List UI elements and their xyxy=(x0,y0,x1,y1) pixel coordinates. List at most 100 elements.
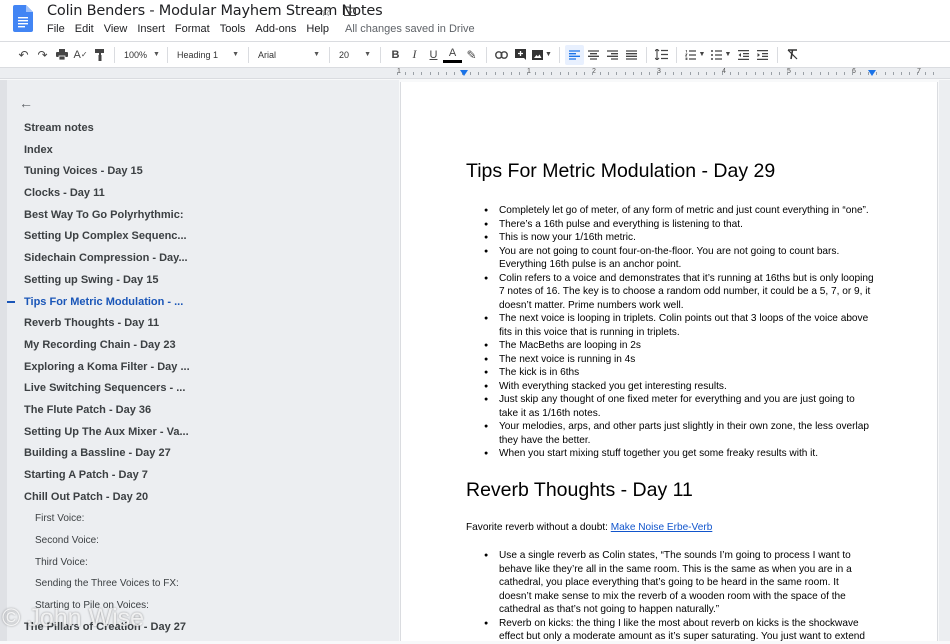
paragraph-style-select[interactable]: Heading 1 ▼ xyxy=(173,50,243,60)
bullet-item: The next voice is looping in triplets. C… xyxy=(484,312,874,339)
clear-formatting-icon[interactable] xyxy=(783,45,802,65)
menu-add-ons[interactable]: Add-ons xyxy=(255,23,301,35)
ruler-tick xyxy=(819,72,821,75)
outline-item[interactable]: My Recording Chain - Day 23 xyxy=(24,338,194,360)
decrease-indent-icon[interactable] xyxy=(734,45,753,65)
menu-bar: File Edit View Insert Format Tools Add-o… xyxy=(47,23,475,35)
ruler-tick xyxy=(689,72,691,75)
ruler-track[interactable]: 1 1 2 3 4 5 6 7 xyxy=(392,68,942,79)
highlight-color-icon[interactable]: ✎ xyxy=(462,45,481,65)
chevron-down-icon: ▼ xyxy=(153,51,160,58)
undo-icon[interactable]: ↶ xyxy=(14,45,33,65)
outline-item[interactable]: Index xyxy=(24,143,194,165)
document-page[interactable]: Tips For Metric Modulation - Day 29 Comp… xyxy=(400,82,938,642)
outline-item[interactable]: Tuning Voices - Day 15 xyxy=(24,164,194,186)
ruler-tick xyxy=(917,72,918,75)
google-docs-logo-icon[interactable] xyxy=(13,5,33,32)
line-spacing-icon[interactable] xyxy=(652,45,671,65)
outline-item[interactable]: Sending the Three Voices to FX: xyxy=(24,576,194,598)
ruler-tick xyxy=(608,72,610,75)
outline-item[interactable]: Tips For Metric Modulation - ... xyxy=(24,295,194,317)
ruler-tick xyxy=(933,72,935,75)
outline-item[interactable]: Reverb Thoughts - Day 11 xyxy=(24,316,194,338)
align-right-icon[interactable] xyxy=(603,45,622,65)
underline-button[interactable]: U xyxy=(424,45,443,65)
italic-button[interactable]: I xyxy=(405,45,424,65)
increase-indent-icon[interactable] xyxy=(753,45,772,65)
back-arrow-icon[interactable]: ← xyxy=(19,95,33,111)
outline-item[interactable]: First Voice: xyxy=(24,511,194,533)
menu-tools[interactable]: Tools xyxy=(220,23,251,35)
outline-item[interactable]: Stream notes xyxy=(24,121,194,143)
print-icon[interactable] xyxy=(52,45,71,65)
ruler-tick xyxy=(583,72,585,75)
redo-icon[interactable]: ↷ xyxy=(33,45,52,65)
bulleted-list-icon[interactable]: ▼ xyxy=(708,45,734,65)
outline-item[interactable]: Chill Out Patch - Day 20 xyxy=(24,490,194,512)
ruler-tick xyxy=(705,72,707,75)
numbered-list-icon[interactable]: ▼ xyxy=(682,45,708,65)
outline-item[interactable]: Best Way To Go Polyrhythmic: xyxy=(24,208,194,230)
insert-comment-icon[interactable] xyxy=(511,45,530,65)
left-indent-marker[interactable] xyxy=(460,70,468,76)
align-left-icon[interactable] xyxy=(565,44,584,65)
align-center-icon[interactable] xyxy=(584,45,603,65)
menu-view[interactable]: View xyxy=(104,23,133,35)
bullet-item: With everything stacked you get interest… xyxy=(484,380,874,394)
ruler-tick xyxy=(681,72,683,75)
star-icon[interactable]: ☆ xyxy=(320,4,332,20)
outline-item[interactable]: Clocks - Day 11 xyxy=(24,186,194,208)
font-size-select[interactable]: 20 ▼ xyxy=(335,50,375,60)
panel-edge xyxy=(0,80,7,641)
menu-insert[interactable]: Insert xyxy=(137,23,170,35)
menu-format[interactable]: Format xyxy=(175,23,215,35)
zoom-select[interactable]: 100% ▼ xyxy=(120,50,162,60)
move-to-folder-icon[interactable] xyxy=(343,4,356,20)
insert-link-icon[interactable] xyxy=(492,45,511,65)
ruler-tick xyxy=(811,72,813,75)
outline-item[interactable]: Second Voice: xyxy=(24,533,194,555)
outline-item[interactable]: Sidechain Compression - Day... xyxy=(24,251,194,273)
ruler-tick xyxy=(770,72,772,75)
ruler-tick xyxy=(803,72,805,75)
ruler-tick xyxy=(876,72,878,75)
outline-item[interactable]: Building a Bassline - Day 27 xyxy=(24,446,194,468)
outline-item[interactable]: Setting up Swing - Day 15 xyxy=(24,273,194,295)
ruler-tick xyxy=(592,72,593,75)
ruler-tick xyxy=(900,72,902,75)
scrollbar[interactable] xyxy=(939,80,950,641)
save-status[interactable]: All changes saved in Drive xyxy=(345,23,475,35)
menu-help[interactable]: Help xyxy=(306,23,334,35)
ruler-tick xyxy=(697,72,699,75)
ruler-tick xyxy=(559,72,561,75)
ruler-tick xyxy=(657,72,658,75)
menu-file[interactable]: File xyxy=(47,23,70,35)
ruler-tick xyxy=(884,72,886,75)
ruler-tick xyxy=(437,72,439,75)
spellcheck-icon[interactable]: A ✓ xyxy=(71,45,90,65)
outline-item[interactable]: Exploring a Koma Filter - Day ... xyxy=(24,360,194,382)
outline-item[interactable]: Third Voice: xyxy=(24,555,194,577)
font-select[interactable]: Arial ▼ xyxy=(254,50,324,60)
outline-item[interactable]: Starting A Patch - Day 7 xyxy=(24,468,194,490)
erbe-verb-link[interactable]: Make Noise Erbe-Verb xyxy=(611,522,713,533)
ruler-tick xyxy=(567,72,569,75)
ruler-tick xyxy=(648,72,650,75)
separator xyxy=(676,46,677,63)
menu-edit[interactable]: Edit xyxy=(75,23,99,35)
right-indent-marker[interactable] xyxy=(868,70,876,76)
paint-format-icon[interactable] xyxy=(90,45,109,65)
outline-item[interactable]: The Flute Patch - Day 36 xyxy=(24,403,194,425)
ruler-tick xyxy=(795,72,797,75)
ruler-tick xyxy=(413,72,415,75)
outline-item[interactable]: Setting Up The Aux Mixer - Va... xyxy=(24,425,194,447)
outline-item[interactable]: Live Switching Sequencers - ... xyxy=(24,381,194,403)
insert-image-icon[interactable]: ▼ xyxy=(530,45,554,65)
bold-button[interactable]: B xyxy=(386,45,405,65)
outline-item[interactable]: Setting Up Complex Sequenc... xyxy=(24,229,194,251)
ruler-tick xyxy=(575,72,577,75)
ruler-tick xyxy=(827,72,829,75)
ruler-tick xyxy=(478,72,480,75)
align-justify-icon[interactable] xyxy=(622,45,641,65)
text-color-button[interactable]: A xyxy=(443,47,462,63)
